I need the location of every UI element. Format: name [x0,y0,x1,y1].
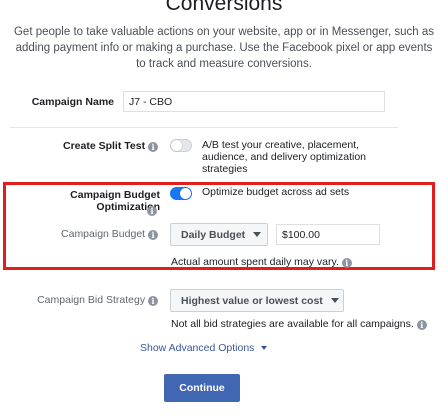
info-icon[interactable]: i [147,206,157,216]
bid-strategy-value: Highest value or lowest cost [181,294,323,307]
campaign-name-value: J7 - CBO [129,95,173,108]
bid-strategy-note-text: Not all bid strategies are available for… [171,318,414,330]
info-icon[interactable]: i [341,258,352,268]
advanced-options-label: Show Advanced Options [140,342,255,354]
chevron-down-icon [330,298,339,303]
info-icon[interactable]: i [416,320,427,330]
split-test-label-text: Create Split Test [63,140,146,152]
page-description: Get people to take valuable actions on y… [13,26,434,70]
budget-note-text: Actual amount spent daily may vary. [171,256,339,268]
divider [10,127,398,128]
bid-strategy-note: Not all bid strategies are available for… [171,318,427,330]
budget-optimization-label: Campaign Budget Optimization [6,189,160,213]
toggle-knob [180,188,191,199]
budget-optimization-toggle[interactable] [170,187,192,200]
chevron-down-icon [261,346,268,350]
info-icon[interactable]: i [148,142,158,152]
chevron-down-icon [253,232,262,237]
toggle-knob [171,140,182,151]
budget-type-value: Daily Budget [181,228,246,241]
split-test-description: A/B test your creative, placement, audie… [202,139,367,175]
budget-note: Actual amount spent daily may vary. i [171,256,352,268]
info-icon[interactable]: i [148,230,158,240]
bid-strategy-dropdown[interactable]: Highest value or lowest cost [170,289,344,312]
campaign-name-label: Campaign Name [10,96,114,108]
split-test-toggle[interactable] [170,139,192,152]
page-title: Conversions [165,0,283,15]
split-test-label: Create Split Test i [10,140,158,152]
budget-amount-value: $100.00 [282,228,320,241]
budget-amount-input[interactable]: $100.00 [276,224,380,245]
budget-type-dropdown[interactable]: Daily Budget [170,223,268,246]
continue-button[interactable]: Continue [164,374,240,402]
info-icon[interactable]: i [148,296,158,306]
campaign-name-input[interactable]: J7 - CBO [123,91,385,112]
show-advanced-options-link[interactable]: Show Advanced Options [140,342,268,354]
bid-strategy-label: Campaign Bid Strategy i [10,294,158,306]
bid-strategy-label-text: Campaign Bid Strategy [37,294,146,306]
campaign-budget-label-text: Campaign Budget [61,228,146,240]
campaign-name-label-text: Campaign Name [31,96,114,108]
budget-optimization-toggle-text: Optimize budget across ad sets [202,186,350,198]
campaign-budget-label: Campaign Budget i [10,228,158,240]
